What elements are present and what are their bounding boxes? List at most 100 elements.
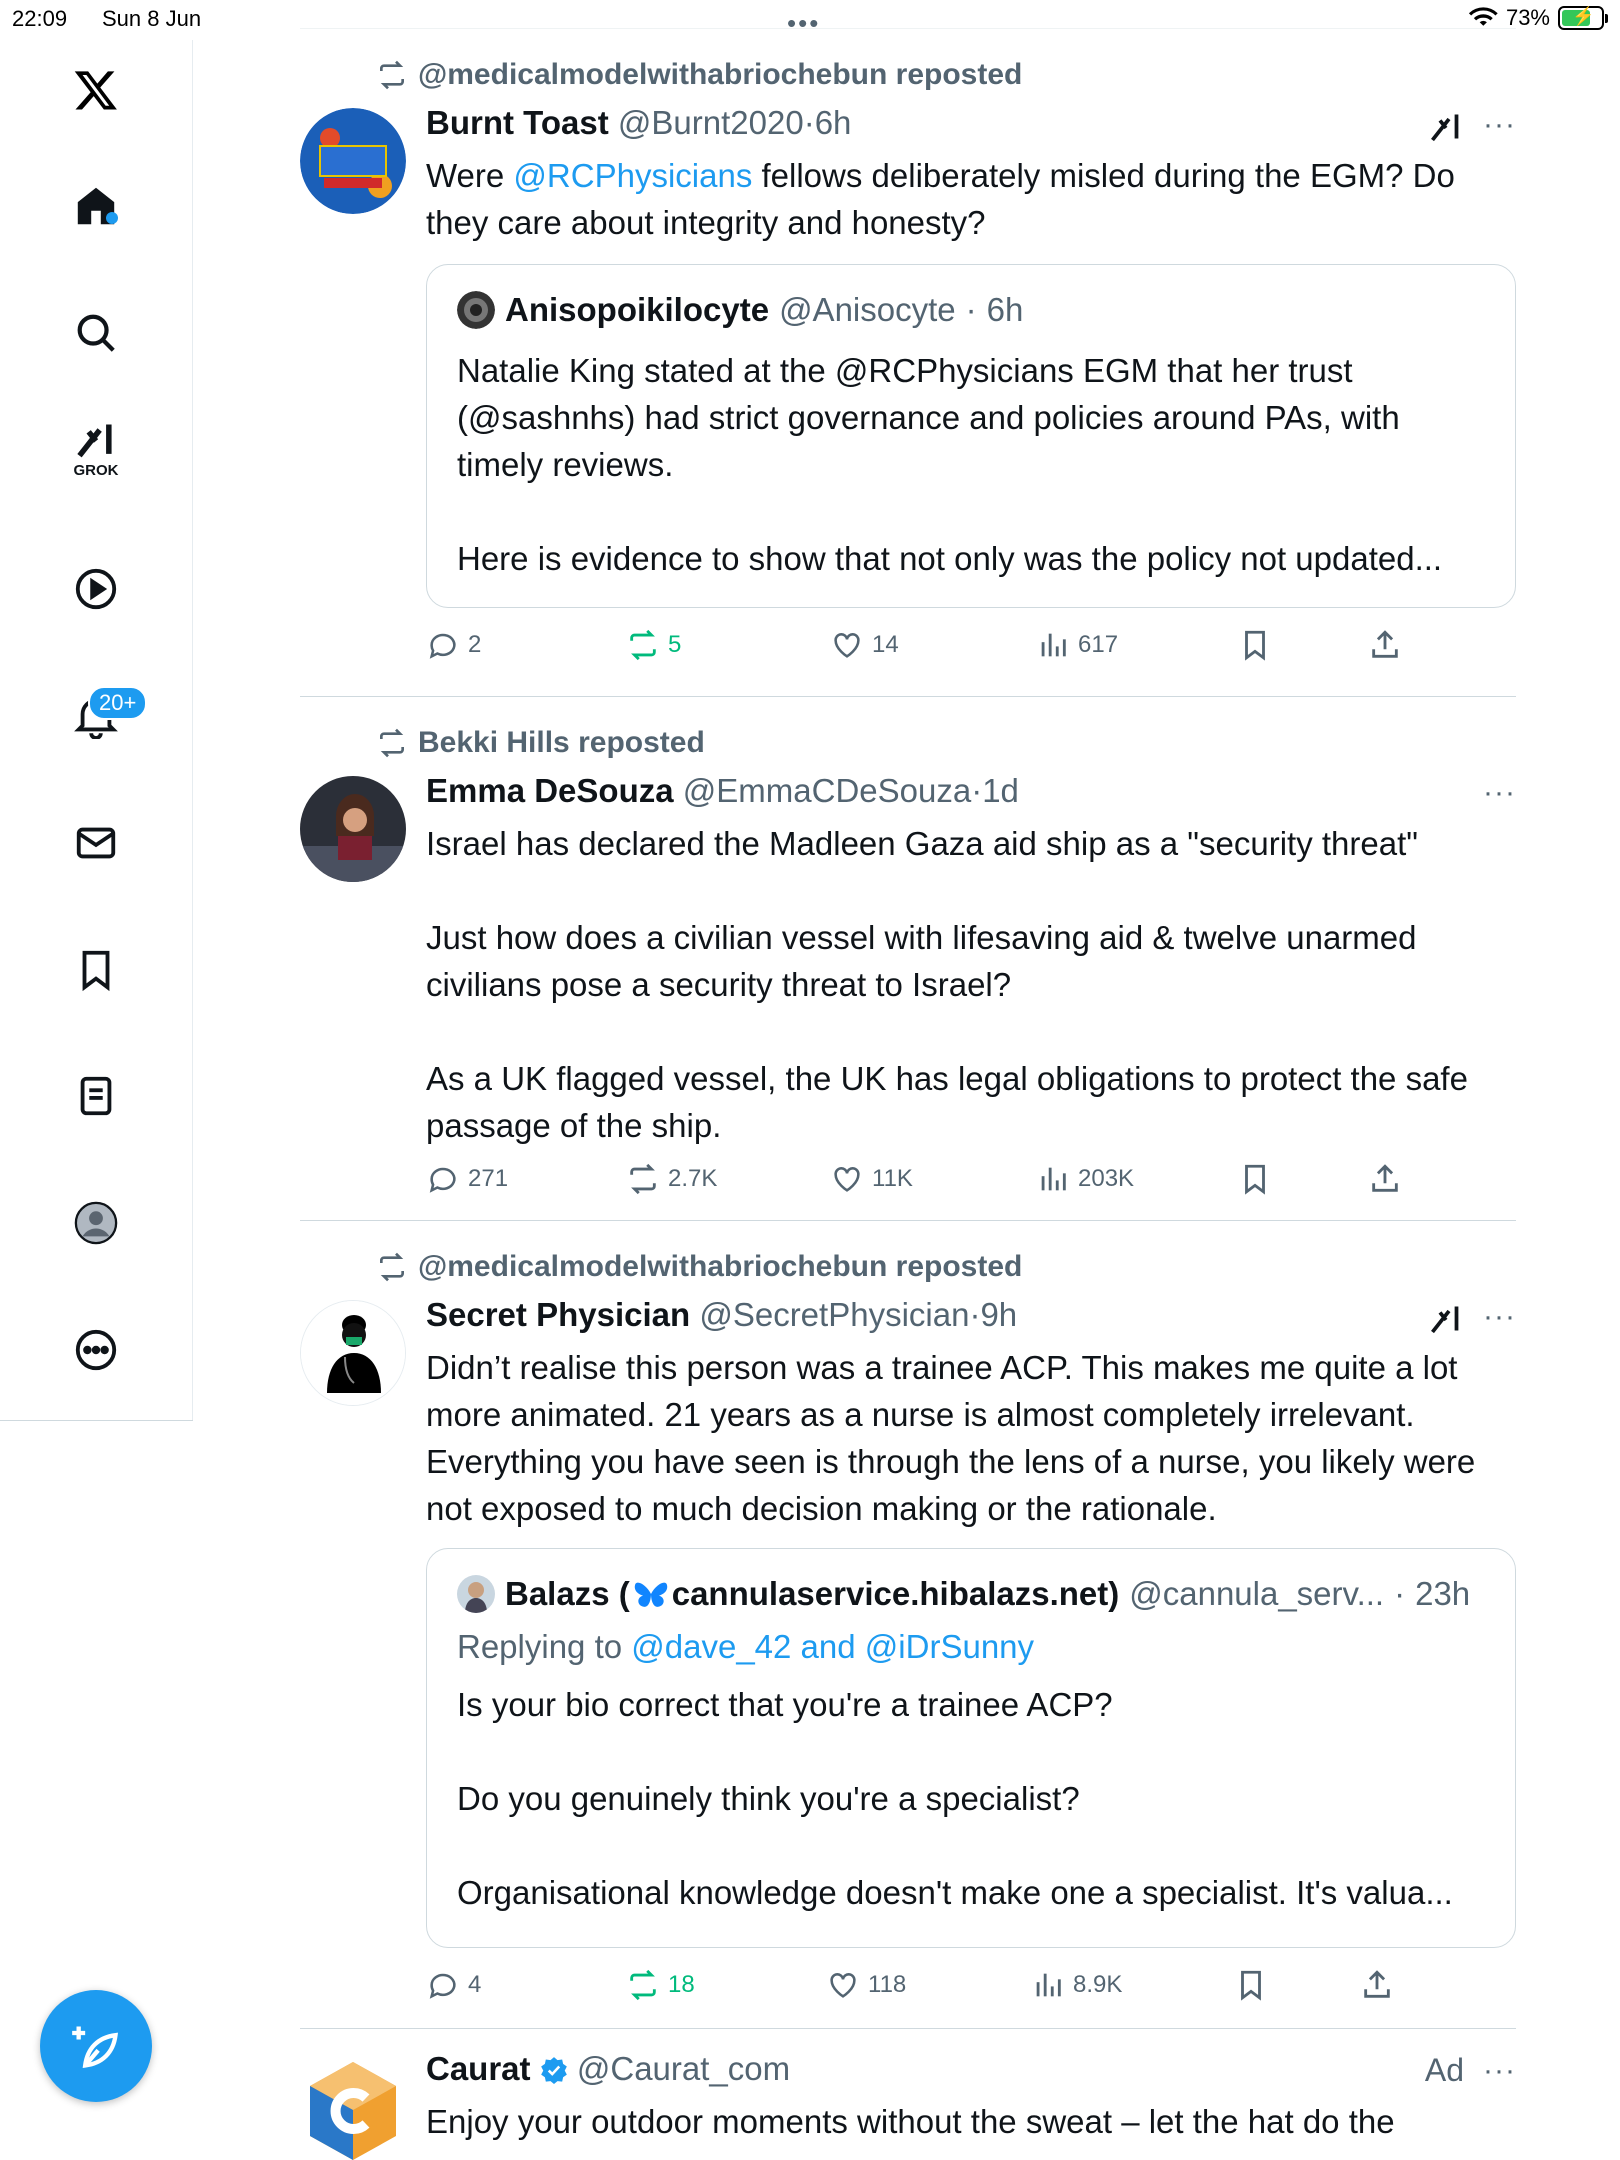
notifications-badge: 20+ [88,686,148,720]
views-button[interactable]: 8.9K [1031,1968,1122,2002]
status-date: Sun 8 Jun [102,6,202,31]
more-icon[interactable]: ··· [1483,2054,1516,2088]
search-icon[interactable] [60,297,132,369]
repost-by: @medicalmodelwithabriochebun reposted [418,1250,1023,1283]
replying-mention-2[interactable]: @iDrSunny [865,1628,1034,1665]
repost-count: 18 [668,1971,695,1998]
tweet-header: Caurat @Caurat_com [426,2050,790,2088]
like-count: 11K [872,1165,913,1192]
reply-button[interactable]: 2 [426,628,481,662]
quote-header: Balazs (cannulaservice.hibalazs.net) @ca… [457,1575,1470,1613]
home-icon[interactable] [60,170,132,242]
like-button[interactable]: 118 [826,1968,906,2002]
share-button[interactable] [1368,1162,1402,1196]
avatar[interactable] [300,2058,406,2160]
more-icon[interactable]: ··· [1483,1300,1516,1334]
tweet-header: Burnt Toast @Burnt2020·6h [426,104,852,141]
home-unread-dot [106,212,118,224]
mail-icon[interactable] [60,807,132,879]
replying-mention-1[interactable]: @dave_42 [631,1628,791,1665]
tweet-time[interactable]: 1d [982,772,1019,809]
author-name[interactable]: Caurat [426,2050,531,2087]
avatar[interactable] [300,776,406,882]
more-circle-icon[interactable] [60,1314,132,1386]
bookmark-icon [1241,1970,1261,2001]
sidebar: GROK 20+ [0,40,193,1421]
status-time: 22:09 [12,6,68,31]
multitask-dots-icon[interactable]: ••• [787,8,820,39]
bookmark-button[interactable] [1234,1968,1268,2002]
repost-context: Bekki Hills reposted [376,726,705,760]
views-button[interactable]: 203K [1036,1162,1134,1196]
like-count: 14 [872,631,899,658]
mention-link[interactable]: @RCPhysicians [513,157,752,194]
more-icon[interactable]: ··· [1483,776,1516,810]
reply-button[interactable]: 271 [426,1162,508,1196]
tweet-time[interactable]: 9h [980,1296,1017,1333]
reply-button[interactable]: 4 [426,1968,481,2002]
reply-count: 4 [468,1971,482,1998]
ad-label: Ad [1424,2052,1464,2088]
tweet-text: Israel has declared the Madleen Gaza aid… [426,825,1468,1144]
share-icon [1372,630,1398,658]
quoted-tweet[interactable]: Balazs (cannulaservice.hibalazs.net) @ca… [426,1548,1516,1948]
bookmark-icon [1245,630,1265,661]
bookmark-button[interactable] [1238,628,1272,662]
grok-icon[interactable] [1428,110,1464,146]
tweet-actions: 2 5 14 617 [426,628,1516,672]
repost-by: Bekki Hills reposted [418,726,705,759]
repost-icon [630,1969,656,2001]
share-button[interactable] [1360,1968,1394,2002]
tweet-text-before: Were [426,157,514,194]
repost-button[interactable]: 5 [626,628,681,662]
author-name[interactable]: Emma DeSouza [426,772,674,809]
grok-label: GROK [73,462,119,479]
repost-icon [380,1252,404,1282]
repost-button[interactable]: 2.7K [626,1162,717,1196]
author-handle[interactable]: @EmmaCDeSouza [683,772,971,809]
author-handle[interactable]: @SecretPhysician [699,1296,969,1333]
avatar[interactable] [300,108,406,214]
sidebar-divider [0,1420,193,1421]
replying-and: and [791,1628,865,1665]
compose-button[interactable] [40,1990,152,2102]
tweet-actions: 4 18 118 8.9K [426,1968,1516,2012]
share-button[interactable] [1368,628,1402,662]
author-handle[interactable]: @Caurat_com [577,2050,790,2087]
tweet-text: Enjoy your outdoor moments without the s… [426,2103,1395,2140]
repost-count: 2.7K [668,1165,718,1192]
avatar-icon[interactable] [60,1187,132,1259]
author-handle[interactable]: @Burnt2020 [618,104,804,141]
views-icon [1041,633,1066,657]
repost-icon [380,728,404,758]
like-count: 118 [868,1971,907,1998]
replying-to: Replying to @dave_42 and @iDrSunny [457,1623,1487,1670]
grok-icon[interactable] [1428,1302,1464,1338]
repost-button[interactable]: 18 [626,1968,695,2002]
views-button[interactable]: 617 [1036,628,1118,662]
wifi-icon [1468,7,1498,26]
avatar[interactable] [300,1300,406,1406]
quoted-tweet[interactable]: Anisopoikilocyte @Anisocyte · 6h Natalie K… [426,264,1516,608]
tweet-text: Didn’t realise this person was a trainee… [426,1349,1485,1527]
list-icon[interactable] [60,1060,132,1132]
play-icon[interactable] [60,553,132,625]
reply-count: 271 [468,1165,509,1192]
quote-author-handle: @Anisocyte [779,291,956,328]
quote-author-name-prefix: Balazs ( [505,1575,630,1612]
like-button[interactable]: 11K [830,1162,913,1196]
views-icon [1041,1167,1066,1191]
bookmark-icon[interactable] [60,934,132,1006]
x-logo-icon[interactable] [60,54,132,126]
grok-icon[interactable]: GROK [60,415,132,487]
verified-icon [540,2057,567,2084]
like-button[interactable]: 14 [830,628,899,662]
bookmark-button[interactable] [1238,1162,1272,1196]
tweet-time[interactable]: 6h [815,104,852,141]
quote-header: Anisopoikilocyte @Anisocyte · 6h [457,291,1023,329]
author-name[interactable]: Burnt Toast [426,104,609,141]
quote-avatar [457,1575,495,1613]
share-icon [1372,1164,1398,1192]
author-name[interactable]: Secret Physician [426,1296,690,1333]
more-icon[interactable]: ··· [1483,108,1516,142]
